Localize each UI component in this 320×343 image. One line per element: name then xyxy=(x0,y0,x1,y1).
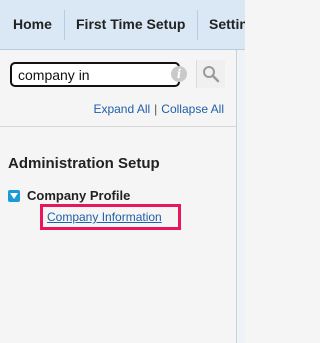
tab-first-time-setup[interactable]: First Time Setup xyxy=(76,16,185,32)
tab-home[interactable]: Home xyxy=(13,16,52,32)
collapse-all-link[interactable]: Collapse All xyxy=(161,102,224,116)
section-title: Administration Setup xyxy=(8,155,160,172)
content-edge xyxy=(237,50,245,343)
tree-node-label: Company Profile xyxy=(27,188,131,203)
tab-divider xyxy=(64,10,65,40)
company-information-link[interactable]: Company Information xyxy=(47,210,162,224)
tab-settings[interactable]: Settin xyxy=(209,16,245,32)
top-navigation-bar: Home First Time Setup Settin xyxy=(0,0,245,50)
tree-controls: Expand All | Collapse All xyxy=(93,102,224,116)
link-separator: | xyxy=(154,102,158,116)
quick-find-input[interactable] xyxy=(10,62,180,87)
collapse-toggle-icon[interactable] xyxy=(8,190,20,202)
expand-all-link[interactable]: Expand All xyxy=(93,102,150,116)
panel-divider xyxy=(0,126,237,127)
search-icon xyxy=(203,66,220,83)
info-icon[interactable]: i xyxy=(171,66,187,82)
tab-divider xyxy=(197,10,198,40)
chevron-down-icon xyxy=(10,193,18,199)
search-button[interactable] xyxy=(196,60,225,88)
